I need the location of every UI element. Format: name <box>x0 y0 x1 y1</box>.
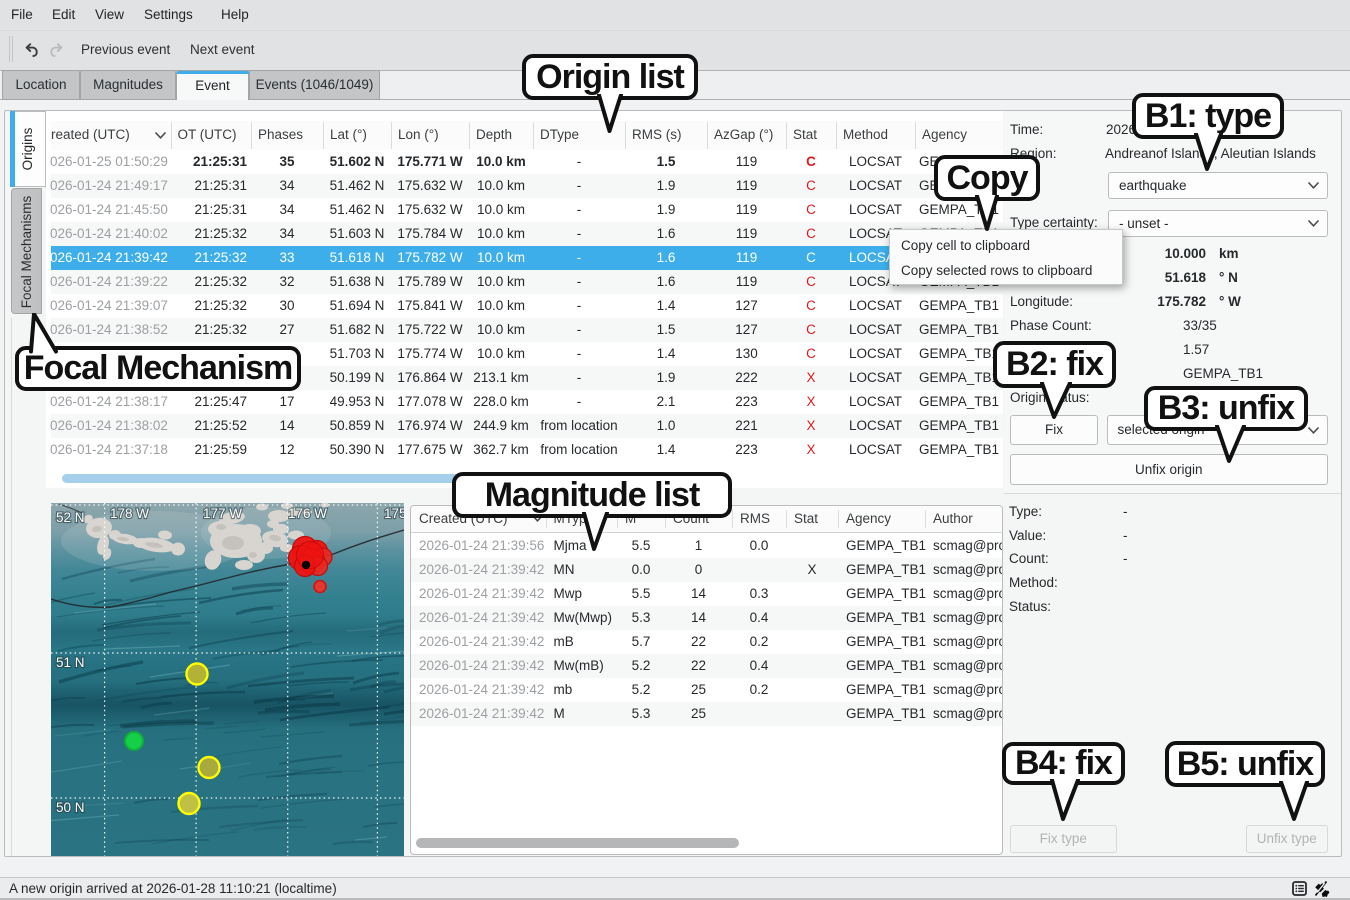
svg-text:175: 175 <box>384 506 404 521</box>
svg-text:176 W: 176 W <box>288 506 327 521</box>
svg-text:50 N: 50 N <box>56 800 85 815</box>
svg-text:178 W: 178 W <box>110 506 149 521</box>
svg-text:177 W: 177 W <box>203 506 242 521</box>
svg-text:51 N: 51 N <box>56 655 85 670</box>
svg-text:52 N: 52 N <box>56 510 85 525</box>
